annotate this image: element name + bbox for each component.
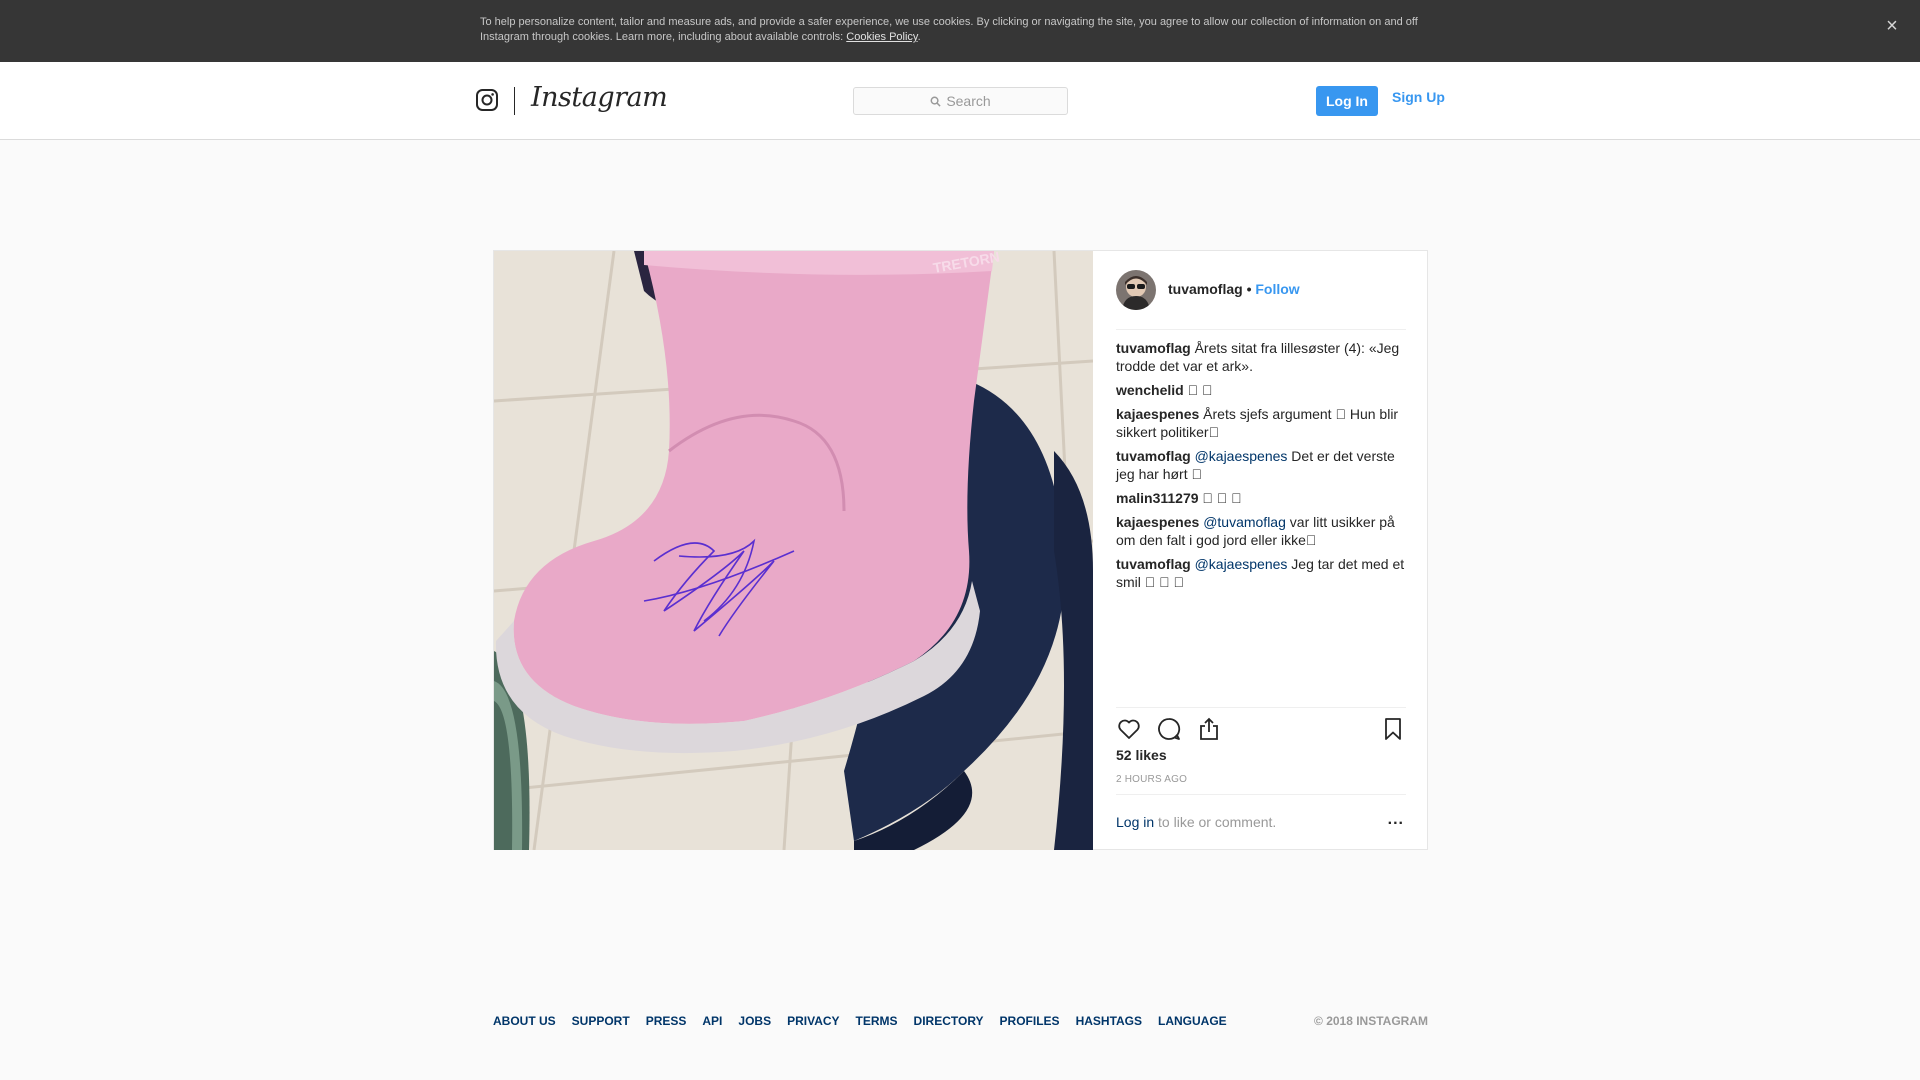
bookmark-icon[interactable] (1380, 716, 1406, 742)
heart-icon[interactable] (1116, 716, 1142, 742)
cookie-banner: To help personalize content, tailor and … (0, 0, 1920, 62)
post-sidebar: tuvamoflag • Follow tuvamoflag Årets sit… (1093, 251, 1428, 850)
cookie-text: To help personalize content, tailor and … (480, 15, 1440, 45)
more-options-button[interactable]: ... (1388, 811, 1404, 829)
post-photo[interactable]: TRETORN (494, 251, 1093, 850)
login-suffix: to like or comment. (1154, 814, 1277, 830)
footer-link-profiles[interactable]: PROFILES (1000, 1014, 1060, 1028)
comment-username[interactable]: malin311279 (1116, 490, 1199, 506)
post-header: tuvamoflag • Follow (1116, 270, 1406, 330)
cookies-policy-link[interactable]: Cookies Policy (846, 31, 917, 43)
cookie-period: . (917, 31, 921, 43)
footer-link-privacy[interactable]: PRIVACY (787, 1014, 839, 1028)
instagram-wordmark[interactable]: Instagram (531, 82, 668, 113)
comment-username[interactable]: tuvamoflag (1116, 340, 1191, 356)
footer-link-jobs[interactable]: JOBS (738, 1014, 771, 1028)
signup-link[interactable]: Sign Up (1392, 89, 1445, 105)
comment-mention[interactable]: @kajaespenes (1195, 448, 1288, 464)
comment-mention[interactable]: @kajaespenes (1195, 556, 1288, 572)
post-author: tuvamoflag • Follow (1168, 281, 1300, 297)
comment-mention[interactable]: @tuvamoflag (1203, 514, 1286, 530)
comment-item: kajaespenes Årets sjefs argument   Hun b… (1116, 405, 1406, 441)
footer-link-language[interactable]: LANGUAGE (1158, 1014, 1227, 1028)
search-input[interactable]: Search (853, 87, 1068, 115)
comment-icon[interactable] (1156, 716, 1182, 742)
search-placeholder: Search (946, 93, 991, 109)
comment-username[interactable]: tuvamoflag (1116, 556, 1191, 572)
avatar[interactable] (1116, 270, 1156, 310)
close-icon[interactable]: × (1880, 14, 1904, 38)
likes-count[interactable]: 52 likes (1116, 747, 1167, 763)
comment-username[interactable]: kajaespenes (1116, 514, 1199, 530)
footer-link-directory[interactable]: DIRECTORY (914, 1014, 984, 1028)
footer-links: ABOUT US SUPPORT PRESS API JOBS PRIVACY … (493, 1014, 1243, 1028)
cookie-message: To help personalize content, tailor and … (480, 16, 1418, 43)
comment-username[interactable]: wenchelid (1116, 382, 1184, 398)
comment-item: tuvamoflag @kajaespenes Det er det verst… (1116, 447, 1406, 483)
follow-button[interactable]: Follow (1255, 281, 1299, 297)
footer-link-about[interactable]: ABOUT US (493, 1014, 556, 1028)
share-icon[interactable] (1196, 716, 1222, 742)
login-button[interactable]: Log In (1316, 86, 1378, 116)
footer-link-support[interactable]: SUPPORT (572, 1014, 630, 1028)
nav-divider (514, 87, 515, 115)
footer-link-terms[interactable]: TERMS (856, 1014, 898, 1028)
comment-item: malin311279       (1116, 489, 1406, 507)
comment-item: kajaespenes @tuvamoflag var litt usikker… (1116, 513, 1406, 549)
comment-username[interactable]: kajaespenes (1116, 406, 1199, 422)
avatar-image (1116, 270, 1156, 310)
post-actions (1116, 707, 1406, 742)
header-separator: • (1242, 281, 1256, 297)
top-navbar: Instagram Search Log In Sign Up (0, 62, 1920, 140)
comment-item: wenchelid     (1116, 381, 1406, 399)
search-icon (930, 96, 941, 107)
login-prompt-text: Log in to like or comment. (1116, 814, 1276, 830)
footer-link-press[interactable]: PRESS (646, 1014, 687, 1028)
comment-username[interactable]: tuvamoflag (1116, 448, 1191, 464)
instagram-camera-icon[interactable] (475, 88, 499, 112)
footer-copyright: © 2018 INSTAGRAM (1314, 1014, 1428, 1028)
comments-list: tuvamoflag Årets sitat fra lillesøster (… (1116, 339, 1406, 597)
comment-item: tuvamoflag @kajaespenes Jeg tar det med … (1116, 555, 1406, 591)
comment-item: tuvamoflag Årets sitat fra lillesøster (… (1116, 339, 1406, 375)
comment-text:       (1198, 490, 1242, 506)
comment-text:     (1183, 382, 1213, 398)
footer-link-api[interactable]: API (702, 1014, 722, 1028)
login-prompt: Log in to like or comment. ... (1116, 794, 1406, 844)
footer: ABOUT US SUPPORT PRESS API JOBS PRIVACY … (493, 1014, 1428, 1030)
footer-link-hashtags[interactable]: HASHTAGS (1076, 1014, 1142, 1028)
rain-boots-photo: TRETORN (494, 251, 1093, 850)
login-link[interactable]: Log in (1116, 814, 1154, 830)
post-card: TRETORN tuvamoflag • Follow tuvamoflag Å… (493, 250, 1428, 850)
author-username[interactable]: tuvamoflag (1168, 281, 1243, 297)
post-timestamp: 2 HOURS AGO (1116, 774, 1188, 785)
